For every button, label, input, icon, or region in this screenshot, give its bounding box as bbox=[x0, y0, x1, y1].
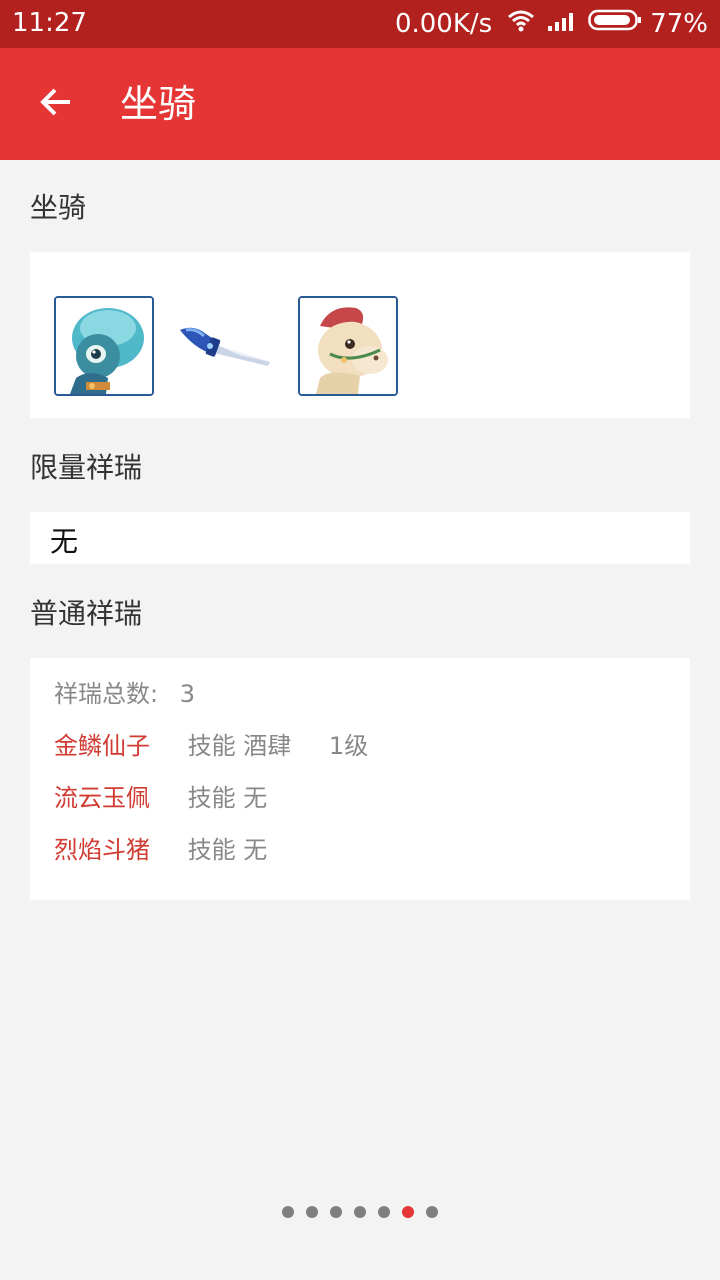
horse-mount-icon[interactable] bbox=[298, 296, 398, 396]
page-dot[interactable] bbox=[354, 1206, 366, 1218]
item-name: 金鳞仙子 bbox=[54, 732, 150, 760]
total-label: 祥瑞总数: bbox=[54, 680, 159, 708]
flying-sword-mount-icon[interactable] bbox=[174, 296, 274, 396]
mounts-card bbox=[30, 252, 690, 418]
limited-section-title: 限量祥瑞 bbox=[30, 451, 143, 484]
page-dot[interactable] bbox=[378, 1206, 390, 1218]
item-skill: 技能 无 bbox=[187, 784, 268, 812]
status-bar: 11:27 0.00K/s 77% bbox=[0, 0, 720, 48]
item-level: 1级 bbox=[328, 732, 369, 760]
page-dot[interactable] bbox=[282, 1206, 294, 1218]
battery-percent: 77% bbox=[650, 8, 708, 39]
page-indicator bbox=[0, 1206, 720, 1218]
limited-card: 无 bbox=[30, 512, 690, 564]
status-indicators: 0.00K/s 77% bbox=[395, 8, 708, 39]
battery-icon bbox=[588, 8, 642, 39]
normal-card: 祥瑞总数: 3 金鳞仙子 技能 酒肆 1级 流云玉佩 技能 无 烈焰斗猪 技能 … bbox=[30, 658, 690, 900]
list-item: 流云玉佩 技能 无 bbox=[54, 782, 267, 814]
blue-creature-mount-icon[interactable] bbox=[54, 296, 154, 396]
page-dot[interactable] bbox=[402, 1206, 414, 1218]
network-speed: 0.00K/s bbox=[394, 8, 493, 39]
signal-icon bbox=[546, 8, 578, 39]
page-dot[interactable] bbox=[330, 1206, 342, 1218]
list-item: 金鳞仙子 技能 酒肆 1级 bbox=[54, 730, 368, 762]
mounts-section-title: 坐骑 bbox=[30, 191, 87, 224]
item-name: 流云玉佩 bbox=[54, 784, 150, 812]
status-time: 11:27 bbox=[12, 8, 87, 38]
arrow-left-icon bbox=[36, 82, 76, 126]
limited-value: 无 bbox=[50, 525, 79, 558]
page-title: 坐骑 bbox=[120, 82, 197, 126]
normal-section-title: 普通祥瑞 bbox=[30, 597, 143, 630]
wifi-icon bbox=[506, 8, 536, 39]
total-value: 3 bbox=[179, 680, 196, 708]
total-row: 祥瑞总数: 3 bbox=[54, 678, 195, 710]
back-button[interactable] bbox=[24, 74, 88, 134]
item-skill: 技能 无 bbox=[187, 836, 268, 864]
app-bar: 坐骑 bbox=[0, 48, 720, 160]
item-skill: 技能 酒肆 bbox=[187, 732, 292, 760]
page-dot[interactable] bbox=[426, 1206, 438, 1218]
page-dot[interactable] bbox=[306, 1206, 318, 1218]
item-name: 烈焰斗猪 bbox=[54, 836, 150, 864]
list-item: 烈焰斗猪 技能 无 bbox=[54, 834, 267, 866]
